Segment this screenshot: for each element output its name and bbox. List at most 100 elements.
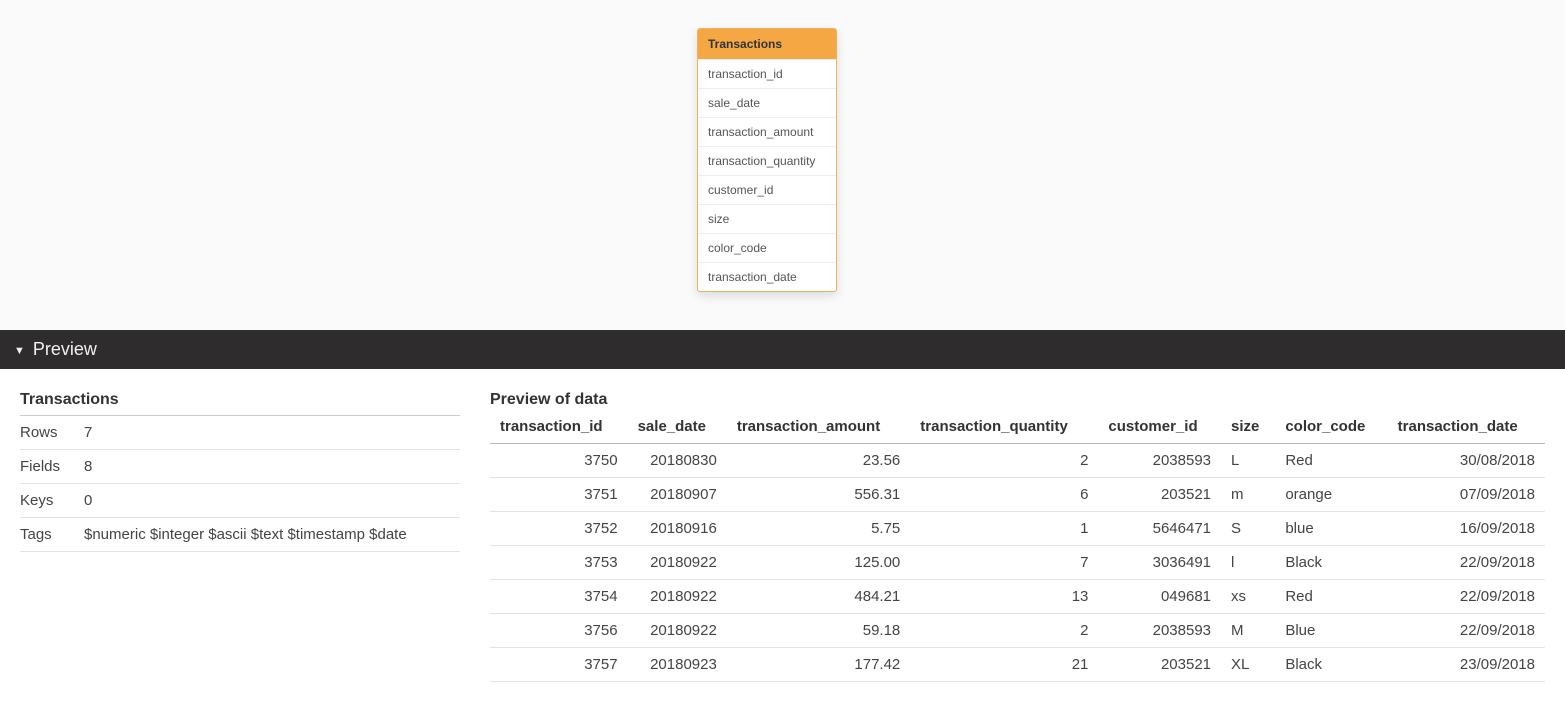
table-card-field[interactable]: transaction_quantity xyxy=(698,146,836,175)
table-row[interactable]: 37562018092259.1822038593MBlue22/09/2018 xyxy=(490,614,1545,648)
table-row[interactable]: 375420180922484.2113049681xsRed22/09/201… xyxy=(490,580,1545,614)
table-card-header[interactable]: Transactions xyxy=(698,29,836,59)
table-cell: 21 xyxy=(910,648,1098,682)
table-cell: 203521 xyxy=(1098,478,1221,512)
table-cell: 2038593 xyxy=(1098,614,1221,648)
table-cell: 23.56 xyxy=(727,444,910,478)
table-cell: 23/09/2018 xyxy=(1388,648,1545,682)
table-cell: m xyxy=(1221,478,1275,512)
metadata-value: 0 xyxy=(84,492,460,509)
table-cell: xs xyxy=(1221,580,1275,614)
metadata-title: Transactions xyxy=(20,391,460,416)
preview-panel-body: Transactions Rows 7 Fields 8 Keys 0 Tags… xyxy=(0,369,1565,702)
table-cell: 7 xyxy=(910,546,1098,580)
data-preview-table: transaction_idsale_datetransaction_amoun… xyxy=(490,412,1545,682)
column-header[interactable]: transaction_quantity xyxy=(910,412,1098,444)
metadata-label: Rows xyxy=(20,424,84,441)
table-cell: 20180907 xyxy=(628,478,727,512)
table-cell: XL xyxy=(1221,648,1275,682)
preview-panel-title: Preview xyxy=(33,339,97,360)
metadata-row-fields: Fields 8 xyxy=(20,450,460,484)
table-cell: 177.42 xyxy=(727,648,910,682)
metadata-label: Keys xyxy=(20,492,84,509)
table-cell: 1 xyxy=(910,512,1098,546)
table-cell: Black xyxy=(1275,546,1387,580)
table-row[interactable]: 375120180907556.316203521morange07/09/20… xyxy=(490,478,1545,512)
column-header[interactable]: transaction_amount xyxy=(727,412,910,444)
metadata-label: Fields xyxy=(20,458,84,475)
column-header[interactable]: customer_id xyxy=(1098,412,1221,444)
metadata-value: 8 xyxy=(84,458,460,475)
column-header[interactable]: size xyxy=(1221,412,1275,444)
table-cell: 16/09/2018 xyxy=(1388,512,1545,546)
metadata-value: $numeric $integer $ascii $text $timestam… xyxy=(84,526,460,543)
metadata-label: Tags xyxy=(20,526,84,543)
table-cell: Black xyxy=(1275,648,1387,682)
table-cell: Red xyxy=(1275,580,1387,614)
table-cell: 203521 xyxy=(1098,648,1221,682)
table-cell: 3751 xyxy=(490,478,628,512)
table-row[interactable]: 3752201809165.7515646471Sblue16/09/2018 xyxy=(490,512,1545,546)
table-cell: 20180916 xyxy=(628,512,727,546)
table-cell: 049681 xyxy=(1098,580,1221,614)
data-preview-panel: Preview of data transaction_idsale_datet… xyxy=(490,391,1545,682)
table-card-field[interactable]: sale_date xyxy=(698,88,836,117)
table-cell: M xyxy=(1221,614,1275,648)
table-cell: 13 xyxy=(910,580,1098,614)
model-canvas[interactable]: Transactions transaction_idsale_datetran… xyxy=(0,0,1565,330)
table-card-field[interactable]: customer_id xyxy=(698,175,836,204)
table-cell: 59.18 xyxy=(727,614,910,648)
column-header[interactable]: color_code xyxy=(1275,412,1387,444)
table-cell: 556.31 xyxy=(727,478,910,512)
table-cell: 22/09/2018 xyxy=(1388,614,1545,648)
table-row[interactable]: 375720180923177.4221203521XLBlack23/09/2… xyxy=(490,648,1545,682)
table-cell: 3756 xyxy=(490,614,628,648)
table-cell: 07/09/2018 xyxy=(1388,478,1545,512)
table-cell: L xyxy=(1221,444,1275,478)
table-cell: 20180922 xyxy=(628,614,727,648)
metadata-value: 7 xyxy=(84,424,460,441)
table-cell: 20180922 xyxy=(628,546,727,580)
chevron-down-icon: ▼ xyxy=(14,345,25,357)
table-cell: blue xyxy=(1275,512,1387,546)
table-cell: 20180923 xyxy=(628,648,727,682)
table-cell: 484.21 xyxy=(727,580,910,614)
table-cell: 5.75 xyxy=(727,512,910,546)
table-cell: orange xyxy=(1275,478,1387,512)
table-cell: 2038593 xyxy=(1098,444,1221,478)
table-card-field[interactable]: transaction_date xyxy=(698,262,836,291)
table-card-transactions[interactable]: Transactions transaction_idsale_datetran… xyxy=(697,28,837,292)
column-header[interactable]: sale_date xyxy=(628,412,727,444)
table-card-field[interactable]: size xyxy=(698,204,836,233)
table-cell: 3036491 xyxy=(1098,546,1221,580)
data-preview-title: Preview of data xyxy=(490,391,1545,412)
table-cell: 30/08/2018 xyxy=(1388,444,1545,478)
table-cell: l xyxy=(1221,546,1275,580)
table-cell: 20180922 xyxy=(628,580,727,614)
table-cell: 3752 xyxy=(490,512,628,546)
table-cell: 6 xyxy=(910,478,1098,512)
metadata-row-keys: Keys 0 xyxy=(20,484,460,518)
table-cell: 2 xyxy=(910,614,1098,648)
metadata-row-tags: Tags $numeric $integer $ascii $text $tim… xyxy=(20,518,460,552)
table-metadata-panel: Transactions Rows 7 Fields 8 Keys 0 Tags… xyxy=(20,391,460,682)
preview-panel-header[interactable]: ▼ Preview xyxy=(0,330,1565,369)
table-cell: 125.00 xyxy=(727,546,910,580)
column-header[interactable]: transaction_id xyxy=(490,412,628,444)
table-card-field[interactable]: transaction_amount xyxy=(698,117,836,146)
table-cell: 20180830 xyxy=(628,444,727,478)
table-card-field[interactable]: color_code xyxy=(698,233,836,262)
column-header[interactable]: transaction_date xyxy=(1388,412,1545,444)
table-cell: 3754 xyxy=(490,580,628,614)
table-cell: 22/09/2018 xyxy=(1388,546,1545,580)
table-header-row: transaction_idsale_datetransaction_amoun… xyxy=(490,412,1545,444)
table-cell: 22/09/2018 xyxy=(1388,580,1545,614)
table-cell: 2 xyxy=(910,444,1098,478)
table-cell: 5646471 xyxy=(1098,512,1221,546)
table-cell: 3753 xyxy=(490,546,628,580)
table-card-field[interactable]: transaction_id xyxy=(698,59,836,88)
table-cell: S xyxy=(1221,512,1275,546)
table-row[interactable]: 37502018083023.5622038593LRed30/08/2018 xyxy=(490,444,1545,478)
table-cell: 3757 xyxy=(490,648,628,682)
table-row[interactable]: 375320180922125.0073036491lBlack22/09/20… xyxy=(490,546,1545,580)
